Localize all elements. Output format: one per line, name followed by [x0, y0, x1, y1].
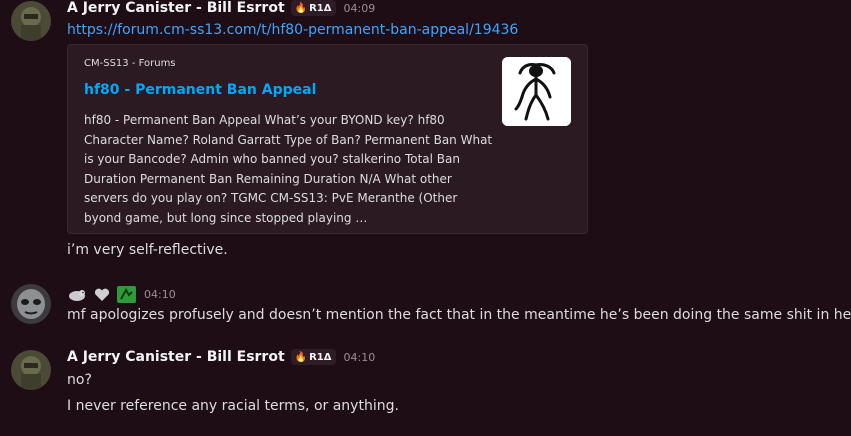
- embed-description: hf80 - Permanent Ban Appeal What’s your …: [84, 113, 493, 225]
- message-link-line: https://forum.cm-ss13.com/t/hf80-permane…: [67, 22, 518, 38]
- embed-thumbnail[interactable]: [502, 57, 571, 126]
- timestamp[interactable]: 04:10: [144, 288, 176, 301]
- role-tag-label: R1Δ: [309, 2, 332, 14]
- flame-icon: 🔥: [294, 2, 308, 14]
- message-text: i’m very self-reflective.: [67, 242, 228, 258]
- chat-view: A Jerry Canister - Bill Esrrot 🔥 R1Δ 04:…: [0, 0, 851, 436]
- user-avatar[interactable]: [11, 1, 51, 41]
- username[interactable]: A Jerry Canister - Bill Esrrot: [67, 349, 285, 365]
- role-tag[interactable]: 🔥 R1Δ: [290, 349, 336, 365]
- timestamp[interactable]: 04:10: [344, 351, 376, 364]
- message-text: mf apologizes profusely and doesn’t ment…: [67, 307, 851, 323]
- heart-icon[interactable]: [92, 285, 111, 304]
- message-text: no?: [67, 372, 92, 388]
- embed-title[interactable]: hf80 - Permanent Ban Appeal: [84, 82, 316, 98]
- message-text: I never reference any racial terms, or a…: [67, 398, 399, 414]
- link-embed: CM-SS13 - Forums hf80 - Permanent Ban Ap…: [67, 44, 588, 234]
- embed-provider[interactable]: CM-SS13 - Forums: [84, 58, 176, 69]
- message-header: 04:10: [67, 285, 176, 304]
- message-header: A Jerry Canister - Bill Esrrot 🔥 R1Δ 04:…: [67, 0, 375, 16]
- plant-icon[interactable]: [117, 285, 136, 304]
- xenomorph-icon: [502, 57, 571, 126]
- role-tag-label: R1Δ: [309, 351, 332, 363]
- flame-icon: 🔥: [294, 351, 308, 363]
- username[interactable]: A Jerry Canister - Bill Esrrot: [67, 0, 285, 16]
- user-avatar[interactable]: [11, 284, 51, 324]
- seal-icon[interactable]: [67, 285, 86, 304]
- message-header: A Jerry Canister - Bill Esrrot 🔥 R1Δ 04:…: [67, 349, 375, 365]
- forum-link[interactable]: https://forum.cm-ss13.com/t/hf80-permane…: [67, 22, 518, 38]
- timestamp[interactable]: 04:09: [344, 2, 376, 15]
- user-avatar[interactable]: [11, 350, 51, 390]
- role-tag[interactable]: 🔥 R1Δ: [290, 0, 336, 16]
